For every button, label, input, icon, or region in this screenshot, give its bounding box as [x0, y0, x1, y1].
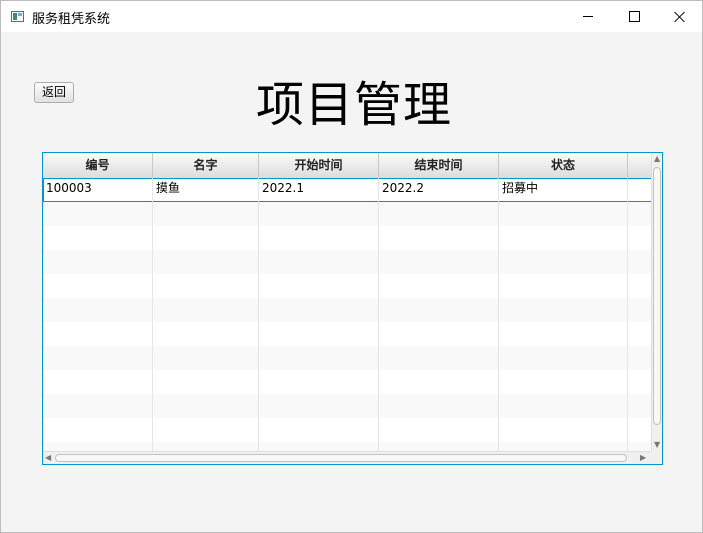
scroll-left-icon[interactable]: ◀ [45, 454, 51, 462]
scroll-up-icon[interactable]: ▲ [654, 155, 660, 163]
empty-row [43, 274, 652, 298]
empty-row [43, 202, 652, 226]
empty-row [43, 346, 652, 370]
empty-row [43, 394, 652, 418]
empty-row [43, 370, 652, 394]
table-row[interactable]: 100003 摸鱼 2022.1 2022.2 招募中 [43, 178, 652, 202]
empty-row [43, 226, 652, 250]
column-header-filler [628, 153, 652, 178]
vertical-scroll-thumb[interactable] [653, 167, 661, 425]
minimize-icon [583, 16, 593, 17]
cell-start-time: 2022.1 [259, 178, 379, 202]
page-title: 项目管理 [256, 77, 453, 133]
vertical-scrollbar[interactable]: ▲ ▼ [651, 153, 662, 452]
cell-status: 招募中 [499, 178, 628, 202]
maximize-icon [628, 11, 640, 22]
project-table[interactable]: 编号 名字 开始时间 结束时间 状态 100003 摸鱼 2022.1 2022… [42, 152, 663, 465]
maximize-button[interactable] [611, 1, 657, 32]
close-icon [674, 11, 686, 23]
cell-id: 100003 [43, 178, 153, 202]
minimize-button[interactable] [565, 1, 611, 32]
column-header-id[interactable]: 编号 [43, 153, 153, 178]
title-bar: 服务租凭系统 [1, 1, 702, 32]
app-window: 服务租凭系统 返回 项目管理 编号 名字 开始时间 结束时间 状态 100003… [0, 0, 703, 533]
cell-name: 摸鱼 [153, 178, 259, 202]
horizontal-scroll-thumb[interactable] [55, 454, 627, 462]
app-icon [11, 11, 24, 22]
scroll-right-icon[interactable]: ▶ [640, 454, 646, 462]
window-title: 服务租凭系统 [32, 12, 111, 27]
table-body: 100003 摸鱼 2022.1 2022.2 招募中 [43, 178, 652, 464]
empty-row [43, 418, 652, 442]
empty-row [43, 298, 652, 322]
empty-row [43, 250, 652, 274]
close-button[interactable] [657, 1, 703, 32]
empty-row [43, 322, 652, 346]
table-header: 编号 名字 开始时间 结束时间 状态 [43, 153, 652, 179]
scroll-down-icon[interactable]: ▼ [654, 441, 660, 449]
column-header-end-time[interactable]: 结束时间 [379, 153, 499, 178]
horizontal-scrollbar[interactable]: ◀ ▶ [43, 451, 652, 464]
column-header-status[interactable]: 状态 [499, 153, 628, 178]
back-button[interactable]: 返回 [34, 82, 74, 103]
column-header-name[interactable]: 名字 [153, 153, 259, 178]
cell-end-time: 2022.2 [379, 178, 499, 202]
scroll-corner [651, 451, 662, 464]
column-header-start-time[interactable]: 开始时间 [259, 153, 379, 178]
